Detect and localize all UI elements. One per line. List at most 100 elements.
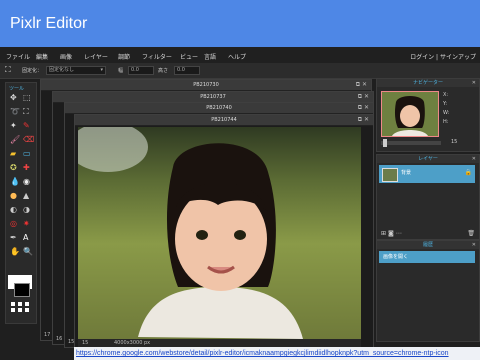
sharpen-icon[interactable]: ▲ <box>23 191 33 201</box>
document-status-bar: 15 4000x3000 px <box>78 339 361 347</box>
auth-links: ログイン | サインアップ <box>410 52 476 61</box>
navigator-coords: X: Y: W: H: <box>443 91 449 127</box>
mask-icon[interactable]: ◙ <box>388 230 394 237</box>
crop-icon: ⛶ <box>5 65 11 74</box>
navigator-panel: ナビゲーター ✕ X: Y: W: H: 15 <box>376 78 480 152</box>
blur-icon[interactable]: ◉ <box>23 177 33 187</box>
width-field[interactable]: 0.0 <box>128 66 154 75</box>
document-number: 16 <box>56 336 63 342</box>
tool-options-bar: ⛶ 固定化： 固定化なし ▾ 幅 0.0 高さ 0.0 <box>0 63 480 79</box>
menu-file[interactable]: ファイル <box>6 52 30 61</box>
menu-image[interactable]: 画像 <box>60 52 72 61</box>
document-title: PB210730 <box>193 82 219 88</box>
menu-filter[interactable]: フィルター <box>142 52 172 61</box>
lock-icon: 🔒 <box>464 169 472 176</box>
menu-bar: ファイル 編集 画像 レイヤー 調節 フィルター ビュー 言語 ヘルプ ログイン… <box>0 47 480 64</box>
pencil-icon[interactable]: ✎ <box>23 121 33 131</box>
menu-view[interactable]: ビュー <box>180 52 198 61</box>
layers-panel: レイヤー ✕ 背景 🔒 ⊞ ◙ ⋯ 🗑 <box>376 154 480 240</box>
signup-link[interactable]: サインアップ <box>440 54 476 61</box>
height-field[interactable]: 0.0 <box>174 66 200 75</box>
window-controls[interactable]: ⧉ ✕ <box>358 115 369 125</box>
layers-header: レイヤー ✕ <box>377 155 479 163</box>
title-bar: Pixlr Editor <box>0 0 480 47</box>
window-controls[interactable]: ⧉ ✕ <box>358 103 369 113</box>
close-icon[interactable]: ✕ <box>472 79 476 87</box>
fixed-select-value: 固定化なし <box>49 67 75 73</box>
layers-title: レイヤー <box>418 156 438 162</box>
grid-icon[interactable] <box>10 301 32 313</box>
fixed-select[interactable]: 固定化なし ▾ <box>46 66 106 75</box>
nav-x-label: X: <box>443 92 449 98</box>
navigator-preview-image <box>382 92 438 136</box>
document-title: PB210737 <box>200 94 226 100</box>
menu-edit[interactable]: 編集 <box>36 52 48 61</box>
document-titlebar[interactable]: PB210740 ⧉ ✕ <box>65 103 373 114</box>
sponge-icon[interactable]: ● <box>10 191 20 201</box>
layer-thumbnail <box>382 168 398 182</box>
history-item[interactable]: 画像を開く <box>379 251 475 263</box>
burn-icon[interactable]: ◑ <box>23 205 33 215</box>
chevron-down-icon: ▾ <box>100 67 103 73</box>
spot-heal-icon[interactable]: ✷ <box>23 219 33 229</box>
dodge-icon[interactable]: ◐ <box>10 205 20 215</box>
close-icon[interactable]: ✕ <box>472 155 476 163</box>
status-url[interactable]: https://chrome.google.com/webstore/detai… <box>74 347 480 360</box>
layer-actions: ⊞ ◙ ⋯ <box>381 230 402 237</box>
hand-icon[interactable]: ✋ <box>10 247 20 257</box>
history-panel: 履歴 ✕ 画像を開く <box>376 240 480 342</box>
nav-h-label: H: <box>443 119 449 125</box>
text-icon[interactable]: A <box>23 233 33 243</box>
photo-canvas[interactable] <box>78 127 361 339</box>
layer-menu-icon[interactable]: ⋯ <box>396 230 402 237</box>
layer-style-icon[interactable]: ⊞ <box>381 230 386 237</box>
wand-icon[interactable]: ✦ <box>10 121 20 131</box>
zoom-slider-handle[interactable] <box>383 139 387 147</box>
bucket-icon[interactable]: ▰ <box>10 149 20 159</box>
zoom-icon[interactable]: 🔍 <box>23 247 33 257</box>
drop-icon[interactable]: 💧 <box>10 177 20 187</box>
close-icon[interactable]: ✕ <box>472 241 476 249</box>
move-icon[interactable]: ✥ <box>10 93 20 103</box>
zoom-slider[interactable] <box>381 139 441 147</box>
navigator-title: ナビゲーター <box>412 80 443 86</box>
heal-icon[interactable]: ✚ <box>23 163 33 173</box>
history-header: 履歴 ✕ <box>377 241 479 249</box>
navigator-thumbnail[interactable] <box>381 91 439 137</box>
window-controls[interactable]: ⧉ ✕ <box>358 92 369 102</box>
clone-icon[interactable]: ✪ <box>10 163 20 173</box>
menu-layer[interactable]: レイヤー <box>84 52 108 61</box>
nav-y-label: Y: <box>443 101 448 107</box>
foreground-color-swatch[interactable] <box>14 283 30 297</box>
document-title: PB210740 <box>206 105 232 111</box>
nav-zoom-value[interactable]: 15 <box>451 139 457 145</box>
window-controls[interactable]: ⧉ ✕ <box>356 80 367 90</box>
app-title: Pixlr Editor <box>10 15 88 32</box>
gradient-icon[interactable]: ▭ <box>23 149 33 159</box>
crop-icon[interactable]: ⛶ <box>23 107 33 117</box>
zoom-value[interactable]: 15 <box>82 340 88 346</box>
nav-w-label: W: <box>443 110 450 116</box>
layer-item[interactable]: 背景 🔒 <box>379 165 475 183</box>
brush-icon[interactable]: 🖌 <box>10 135 20 145</box>
eyedropper-icon[interactable]: ✒ <box>10 233 20 243</box>
marquee-icon[interactable]: ⬚ <box>23 93 33 103</box>
menu-help[interactable]: ヘルプ <box>228 52 246 61</box>
fixed-label: 固定化： <box>22 68 43 74</box>
eraser-icon[interactable]: ⌫ <box>23 135 34 145</box>
menu-language[interactable]: 言語 <box>204 52 216 61</box>
layer-name: 背景 <box>401 170 412 176</box>
document-titlebar[interactable]: PB210730 ⧉ ✕ <box>41 80 371 91</box>
image-size: 4000x3000 px <box>114 340 151 346</box>
history-title: 履歴 <box>422 242 433 248</box>
login-link[interactable]: ログイン <box>410 54 434 61</box>
lasso-icon[interactable]: ➰ <box>10 107 20 117</box>
document-titlebar[interactable]: PB210744 ⧉ ✕ <box>75 115 373 126</box>
menu-adjust[interactable]: 調節 <box>118 52 130 61</box>
document-title: PB210744 <box>211 117 237 123</box>
document-number: 17 <box>44 332 51 338</box>
child-portrait-image <box>78 127 361 339</box>
trash-icon[interactable]: 🗑 <box>467 230 475 237</box>
history-item-label: 画像を開く <box>383 254 409 260</box>
redeye-icon[interactable]: ◎ <box>10 219 20 229</box>
